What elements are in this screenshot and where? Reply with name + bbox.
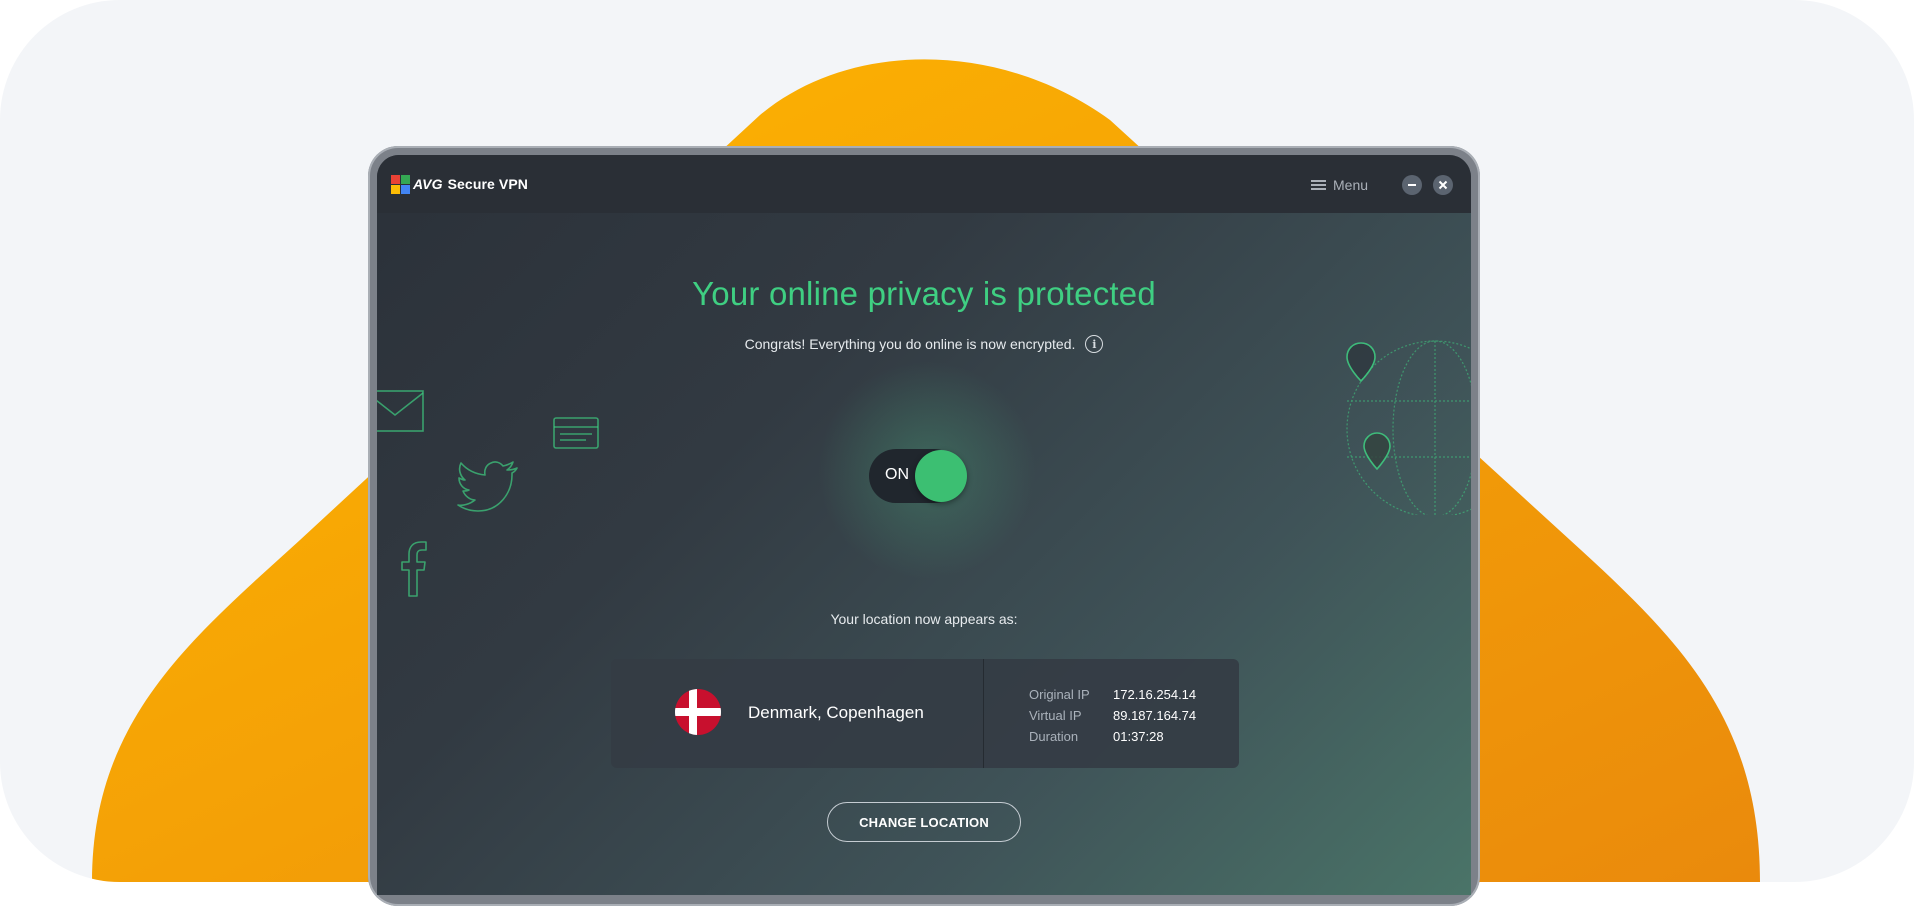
close-icon [1438, 180, 1448, 190]
detail-value: 172.16.254.14 [1113, 687, 1197, 702]
card-divider [983, 659, 984, 768]
detail-row-original-ip: Original IP 172.16.254.14 [1029, 684, 1196, 705]
toggle-label: ON [885, 466, 909, 483]
detail-value: 01:37:28 [1113, 729, 1164, 744]
app-title: AVG Secure VPN [413, 176, 528, 192]
close-button[interactable] [1433, 175, 1453, 195]
detail-label: Duration [1029, 729, 1079, 744]
detail-label: Virtual IP [1029, 708, 1082, 723]
detail-label: Original IP [1029, 687, 1090, 702]
toggle-knob [915, 450, 967, 502]
denmark-flag-icon [675, 689, 721, 735]
map-pin-icon [1363, 432, 1391, 471]
app-window: AVG Secure VPN Menu Your online privacy … [377, 155, 1471, 895]
detail-row-virtual-ip: Virtual IP 89.187.164.74 [1029, 705, 1196, 726]
detail-value: 89.187.164.74 [1113, 708, 1197, 723]
menu-label: Menu [1333, 177, 1369, 193]
menu-button[interactable]: Menu [1311, 175, 1368, 195]
minimize-button[interactable] [1402, 175, 1422, 195]
globe-icon [1346, 340, 1471, 515]
vpn-toggle[interactable]: ON [869, 449, 967, 503]
location-name: Denmark, Copenhagen [748, 703, 924, 722]
info-icon[interactable]: i [1085, 335, 1104, 353]
detail-row-duration: Duration 01:37:28 [1029, 726, 1196, 747]
status-subline-text: Congrats! Everything you do online is no… [744, 336, 1076, 352]
location-caption: Your location now appears as: [830, 611, 1018, 627]
app-name: Secure VPN [447, 176, 528, 192]
connection-details: Original IP 172.16.254.14 Virtual IP 89.… [1029, 684, 1196, 747]
status-subline: Congrats! Everything you do online is no… [377, 335, 1471, 353]
facebook-icon [401, 541, 427, 597]
title-bar: AVG Secure VPN Menu [377, 155, 1471, 213]
app-brand: AVG [413, 176, 443, 192]
menu-icon [1311, 179, 1326, 191]
credit-card-icon [553, 417, 599, 449]
location-card: Denmark, Copenhagen Original IP 172.16.2… [611, 659, 1239, 768]
mail-icon [377, 390, 424, 432]
minimize-icon [1408, 184, 1416, 186]
change-location-button[interactable]: CHANGE LOCATION [827, 802, 1021, 842]
avg-logo-icon [391, 175, 410, 194]
status-headline: Your online privacy is protected [692, 275, 1156, 312]
twitter-icon [457, 461, 518, 512]
